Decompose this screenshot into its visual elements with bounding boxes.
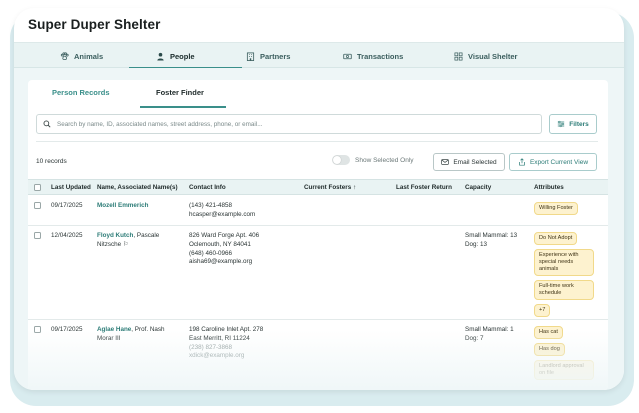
- attributes-cell: Willing Foster: [534, 202, 578, 219]
- attributes-cell: Do Not Adopt Experience with special nee…: [534, 232, 594, 321]
- more-attributes-badge[interactable]: +7: [534, 304, 551, 317]
- email-selected-button[interactable]: Email Selected: [433, 153, 505, 171]
- show-selected-toggle[interactable]: [332, 155, 350, 165]
- street-address: 826 Ward Forge Apt. 406: [189, 232, 260, 239]
- nav-label: People: [170, 51, 195, 61]
- contact-info: 826 Ward Forge Apt. 406 Oclemouth, NY 84…: [189, 232, 259, 267]
- search-input[interactable]: [57, 120, 527, 128]
- person-name-link[interactable]: Aglae Hane: [97, 326, 131, 333]
- column-header[interactable]: Last Foster Return: [396, 184, 452, 191]
- city-state-zip: Oclemouth, NY 84041: [189, 240, 251, 248]
- table-header: Last Updated Name, Associated Name(s) Co…: [28, 179, 608, 195]
- nav-tab-visual-shelter[interactable]: Visual Shelter: [454, 43, 517, 69]
- nav-label: Partners: [260, 51, 291, 61]
- email-selected-label: Email Selected: [453, 158, 497, 166]
- city-state-zip: East Merritt, RI 11224: [189, 334, 250, 342]
- capacity-item: Small Mammal: 13: [465, 232, 518, 239]
- column-header[interactable]: Current Fosters ↑: [304, 184, 356, 191]
- capacity-cell: Small Mammal: 13 Dog: 13: [465, 232, 517, 250]
- column-header[interactable]: Contact Info: [189, 184, 226, 191]
- nav-tab-transactions[interactable]: Transactions: [343, 43, 403, 69]
- email: xdick@example.org: [189, 352, 245, 360]
- nav-tab-partners[interactable]: Partners: [246, 43, 290, 69]
- contact-info: 198 Caroline Inlet Apt. 278 East Merritt…: [189, 326, 263, 361]
- email: hcasper@example.com: [189, 210, 256, 218]
- attribute-badge: Experience with special needs animals: [534, 249, 594, 276]
- attribute-badge: Full-time work schedule: [534, 280, 594, 300]
- show-selected-label: Show Selected Only: [355, 156, 414, 164]
- search-icon: [43, 120, 51, 128]
- main-content: Person Records Foster Finder Filters 10 …: [14, 68, 624, 390]
- attribute-badge: Landlord approval on file: [534, 360, 594, 380]
- person-name-link[interactable]: Mozell Emmerich: [97, 202, 148, 209]
- filters-button[interactable]: Filters: [549, 114, 597, 134]
- row-checkbox[interactable]: [34, 202, 41, 209]
- cash-icon: [343, 53, 352, 59]
- divider: [36, 141, 598, 142]
- person-name-link[interactable]: Floyd Kutch: [97, 232, 133, 239]
- records-count: 10 records: [36, 158, 67, 165]
- phone: (238) 827-3868: [189, 343, 233, 351]
- export-button[interactable]: Export Current View: [509, 153, 597, 171]
- search-box: [36, 114, 542, 134]
- row-checkbox[interactable]: [34, 326, 41, 333]
- subtab-bar: Person Records Foster Finder: [28, 80, 608, 108]
- capacity-item: Dog: 13: [465, 240, 488, 248]
- person-name-cell: Floyd Kutch, Pascale Nitzsche ⚐: [97, 232, 167, 250]
- attributes-cell: Has cat Has dog Landlord approval on fil…: [534, 326, 594, 384]
- nav-label: Animals: [74, 51, 104, 61]
- person-name-cell: Mozell Emmerich: [97, 202, 148, 211]
- phone: (648) 460-0966: [189, 249, 233, 257]
- last-updated: 12/04/2025: [51, 232, 83, 239]
- tab-foster-finder[interactable]: Foster Finder: [156, 88, 204, 97]
- active-subtab-indicator: [140, 106, 226, 108]
- attribute-badge: Do Not Adopt: [534, 232, 578, 245]
- contact-info: (143) 421-4858 hcasper@example.com: [189, 202, 255, 220]
- person-name-cell: Aglae Hane, Prof. Nash Morar III: [97, 326, 177, 344]
- grid-icon: [454, 52, 463, 60]
- street-address: 198 Caroline Inlet Apt. 278: [189, 326, 264, 333]
- column-header[interactable]: Attributes: [534, 184, 564, 191]
- main-nav: Animals People Partners Transactions Vis…: [14, 42, 624, 69]
- column-header[interactable]: Capacity: [465, 184, 491, 191]
- nav-label: Visual Shelter: [468, 51, 518, 61]
- nav-label: Transactions: [357, 51, 404, 61]
- export-icon: [519, 158, 525, 166]
- export-label: Export Current View: [529, 158, 589, 166]
- nav-tab-animals[interactable]: Animals: [60, 43, 103, 69]
- row-checkbox[interactable]: [34, 232, 41, 239]
- last-updated: 09/17/2025: [51, 326, 83, 333]
- nav-tab-people[interactable]: People: [156, 43, 195, 69]
- person-icon: [157, 52, 164, 61]
- mail-icon: [441, 159, 450, 165]
- filters-label: Filters: [569, 120, 589, 128]
- capacity-item: Dog: 7: [465, 334, 484, 342]
- table-row[interactable]: 09/17/2025 Aglae Hane, Prof. Nash Morar …: [28, 320, 608, 390]
- people-card: Person Records Foster Finder Filters 10 …: [28, 80, 608, 390]
- table-row[interactable]: 12/04/2025 Floyd Kutch, Pascale Nitzsche…: [28, 226, 608, 320]
- last-updated: 09/17/2025: [51, 202, 83, 209]
- tab-person-records[interactable]: Person Records: [52, 88, 110, 97]
- phone: (143) 421-4858: [189, 202, 233, 209]
- app-window: Super Duper Shelter Animals People Partn…: [14, 8, 624, 390]
- column-header[interactable]: Name, Associated Name(s): [97, 184, 178, 191]
- top-bar: Super Duper Shelter: [14, 8, 624, 42]
- column-header[interactable]: Last Updated: [51, 184, 91, 191]
- show-selected-toggle-group: Show Selected Only: [332, 155, 414, 165]
- capacity-item: Small Mammal: 1: [465, 326, 514, 333]
- capacity-cell: Small Mammal: 1 Dog: 7: [465, 326, 514, 344]
- table-row[interactable]: 09/17/2025 Mozell Emmerich (143) 421-485…: [28, 196, 608, 226]
- building-icon: [246, 51, 255, 61]
- attribute-badge: Has dog: [534, 343, 565, 356]
- sliders-icon: [558, 120, 565, 128]
- email: aisha69@example.org: [189, 258, 253, 266]
- app-title: Super Duper Shelter: [28, 17, 161, 32]
- attribute-badge: Willing Foster: [534, 202, 578, 215]
- select-all-checkbox[interactable]: [34, 184, 41, 191]
- attribute-badge: Has cat: [534, 326, 563, 339]
- paw-icon: [60, 51, 69, 60]
